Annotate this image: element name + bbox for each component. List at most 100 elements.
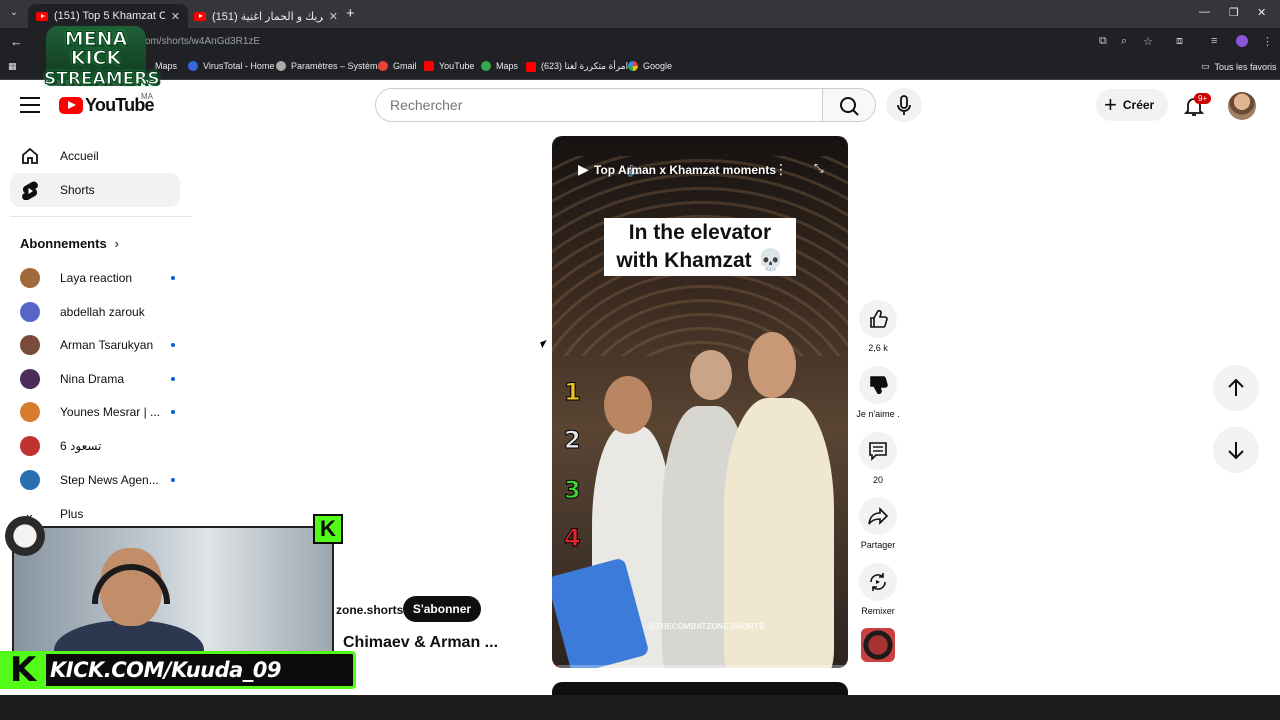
thumbs-up-icon <box>870 309 888 328</box>
bookmark-item[interactable]: Maps <box>481 61 518 71</box>
new-content-dot <box>171 477 175 482</box>
back-icon[interactable]: ← <box>10 34 23 49</box>
channel-avatar <box>20 301 40 322</box>
subscription-item[interactable]: Younes Mesrar | ... <box>20 400 175 424</box>
sidebar-more[interactable]: Plus <box>60 507 83 521</box>
subscription-name: Nina Drama <box>60 371 125 386</box>
share-label: Partager <box>860 540 896 550</box>
youtube-play-icon <box>59 97 83 114</box>
media-icon[interactable]: ≡ <box>1211 35 1217 47</box>
new-tab-icon[interactable]: + <box>346 5 355 22</box>
mena-kick-streamers-logo: MENA KICK STREAMERS <box>44 26 160 89</box>
sidebar-item-accueil[interactable]: Accueil <box>10 139 180 173</box>
bookmark-item[interactable]: (623) امرأة متكررة لغنا... <box>526 61 636 72</box>
youtube-icon <box>526 61 536 72</box>
channel-avatar <box>20 268 40 288</box>
search-button[interactable] <box>822 88 876 122</box>
subscription-item[interactable]: Step News Agen... <box>20 468 175 492</box>
browser-tab[interactable]: (151) ذكريات شريك و الحمار اغنية ✕ <box>186 4 346 28</box>
video-caption: In the elevator with Khamzat 💀 <box>604 218 796 276</box>
minimize-icon[interactable]: — <box>1199 6 1210 18</box>
bookmark-star-icon[interactable]: ☆ <box>1143 35 1153 48</box>
home-icon <box>22 147 38 164</box>
all-bookmarks[interactable]: ▭ Tous les favoris <box>1201 61 1277 72</box>
zoom-icon[interactable]: ⌕ <box>1121 35 1127 48</box>
channel-name[interactable]: zone.shorts <box>336 603 403 617</box>
google-icon <box>628 61 638 71</box>
restore-icon[interactable]: ❐ <box>1229 6 1239 19</box>
voice-search-button[interactable] <box>886 88 922 122</box>
search-icon <box>840 97 859 116</box>
bookmark-item[interactable]: VirusTotal - Home <box>188 61 274 71</box>
tab-search-icon[interactable]: ⌄ <box>6 5 22 21</box>
like-count: 2,6 k <box>868 343 888 353</box>
youtube-favicon-icon <box>36 11 48 21</box>
install-app-icon[interactable]: ⧉ <box>1099 35 1107 48</box>
bookmarks-bar: ▦ Maps VirusTotal - Home Paramètres – Sy… <box>0 56 1280 80</box>
video-progress-bar[interactable] <box>552 665 848 668</box>
tab-title: (151) Top 5 Khamzat Chimaev & <box>54 10 165 22</box>
sidebar-divider <box>10 216 192 217</box>
extensions-icon[interactable]: ⧈ <box>1176 35 1183 48</box>
previous-short-button[interactable] <box>1213 365 1259 411</box>
bookmark-item[interactable]: Google <box>628 61 672 71</box>
channel-avatar <box>20 402 40 423</box>
kick-k-icon: K <box>0 651 46 689</box>
close-window-icon[interactable]: ✕ <box>1257 6 1266 19</box>
channel-avatar <box>20 469 40 490</box>
chevron-right-icon: › <box>114 236 120 251</box>
subscription-item[interactable]: تسعود 6 <box>20 434 175 458</box>
country-code: MA <box>141 92 153 101</box>
create-button[interactable]: + Créer <box>1096 89 1168 121</box>
notification-badge: 9+ <box>1194 93 1212 104</box>
next-short-button[interactable] <box>1213 427 1259 473</box>
subscription-item[interactable]: Laya reaction <box>20 266 175 290</box>
subscription-item[interactable]: abdellah zarouk <box>20 300 175 324</box>
person-head <box>690 350 732 400</box>
sidebar-item-shorts[interactable]: Shorts <box>10 173 180 207</box>
share-button[interactable]: Partager <box>857 497 899 550</box>
subscriptions-heading[interactable]: Abonnements › <box>20 236 119 251</box>
bookmark-item[interactable]: YouTube <box>424 61 474 71</box>
dislike-label: Je n'aime . <box>856 409 900 419</box>
shorts-icon <box>22 181 38 200</box>
close-tab-icon[interactable]: ✕ <box>171 10 180 23</box>
youtube-logo[interactable]: YouTube <box>59 95 155 116</box>
browser-menu-icon[interactable]: ⋮ <box>1262 35 1273 48</box>
short-video-player[interactable]: ▶ 🔈 ⋮ ⤡ Top Arman x Khamzat moments In t… <box>552 136 848 668</box>
url-field[interactable]: om/shorts/w4AnGd3R1zE <box>40 31 1168 53</box>
fullscreen-icon[interactable]: ⤡ <box>814 161 824 176</box>
bookmark-item[interactable]: Gmail <box>378 61 417 71</box>
video-progress-fill <box>552 665 558 668</box>
microphone-icon <box>897 95 911 115</box>
search-input[interactable] <box>375 88 823 122</box>
hamburger-menu-icon[interactable] <box>20 97 40 113</box>
kick-url: KICK.COM/Kuuda_09 <box>50 658 282 682</box>
mouse-cursor-icon <box>540 339 549 349</box>
share-arrow-icon <box>868 507 889 525</box>
sound-thumbnail[interactable] <box>861 628 895 662</box>
settings-gear-icon <box>276 61 286 71</box>
bookmark-item[interactable]: Paramètres – Système <box>276 61 383 71</box>
subscribe-button[interactable]: S'abonner <box>403 596 481 622</box>
more-options-icon[interactable]: ⋮ <box>774 161 788 178</box>
play-icon[interactable]: ▶ <box>578 161 589 178</box>
apps-grid-icon[interactable]: ▦ <box>8 61 17 72</box>
subscription-name: تسعود 6 <box>60 439 102 453</box>
comments-button[interactable]: 20 <box>857 432 899 485</box>
subscription-name: Step News Agen... <box>60 472 159 487</box>
subscription-item[interactable]: Nina Drama <box>20 367 175 391</box>
rank-label: 4 <box>564 524 582 553</box>
address-bar-row: ← om/shorts/w4AnGd3R1zE ⧉ ⌕ ☆ ⧈ ≡ ⋮ <box>0 28 1280 56</box>
person-head <box>604 376 652 434</box>
like-button[interactable]: 2,6 k <box>857 300 899 353</box>
subscription-item[interactable]: Arman Tsarukyan <box>20 333 175 357</box>
profile-icon[interactable] <box>1236 35 1248 47</box>
tab-title: (151) ذكريات شريك و الحمار اغنية <box>212 10 323 23</box>
short-title[interactable]: Chimaev & Arman ... <box>343 634 498 652</box>
close-tab-icon[interactable]: ✕ <box>329 10 338 23</box>
dislike-button[interactable]: Je n'aime . <box>856 366 900 419</box>
thumbs-down-icon <box>870 376 888 395</box>
remix-button[interactable]: Remixer <box>857 563 899 616</box>
account-avatar[interactable] <box>1228 92 1256 120</box>
